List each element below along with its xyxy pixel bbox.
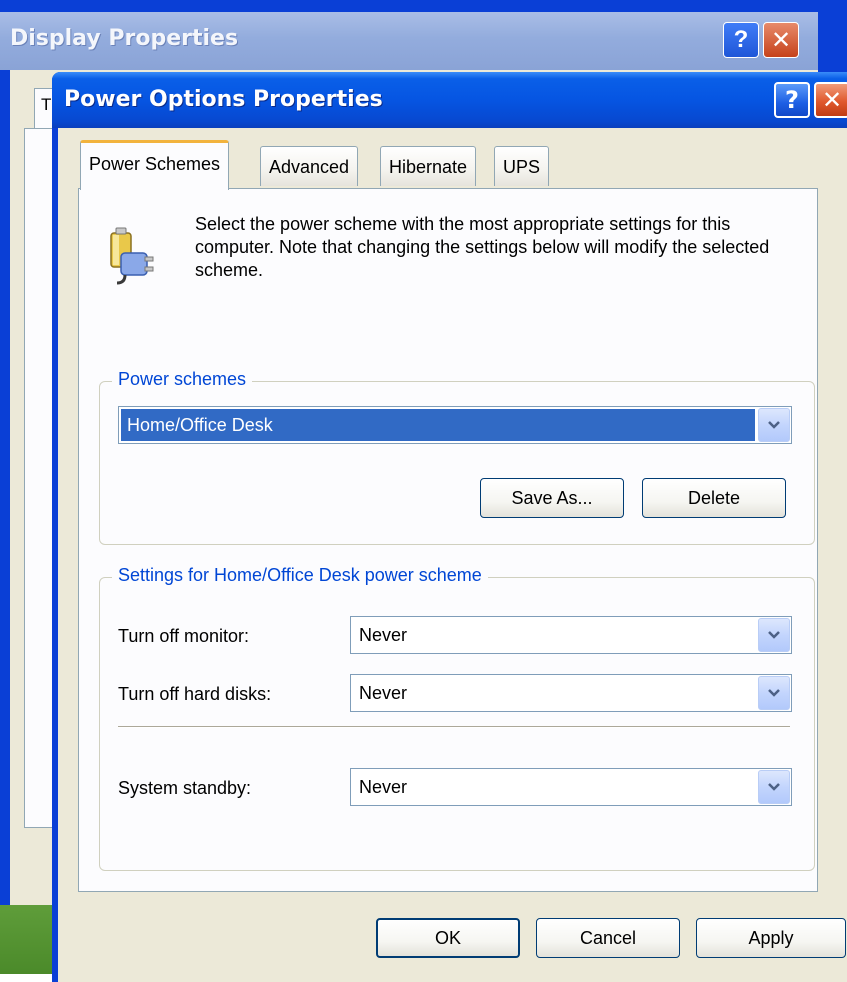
tab-advanced[interactable]: Advanced (260, 146, 359, 186)
monitor-label: Turn off monitor: (118, 626, 250, 646)
tab-label: Advanced (269, 157, 350, 177)
display-properties-titlebar[interactable]: Display Properties (0, 12, 818, 70)
settings-divider (118, 726, 790, 728)
save-as-button[interactable]: Save As... (480, 478, 624, 518)
tab-label: Power Schemes (89, 154, 221, 174)
dialog-client-area: Power Schemes Advanced Hibernate UPS Sel… (58, 128, 847, 982)
hard-disks-timeout-dropdown[interactable]: Never (350, 674, 792, 712)
hard-disks-label: Turn off hard disks: (118, 684, 272, 704)
power-scheme-value: Home/Office Desk (121, 409, 755, 441)
close-icon: ✕ (770, 26, 792, 54)
intro-text: Select the power scheme with the most ap… (195, 214, 770, 280)
monitor-timeout-value: Never (359, 625, 408, 645)
help-icon: ? (785, 86, 799, 114)
tab-ups[interactable]: UPS (494, 146, 550, 186)
standby-timeout-dropdown[interactable]: Never (350, 768, 792, 806)
standby-timeout-value: Never (359, 777, 408, 797)
scheme-settings-group: Settings for Home/Office Desk power sche… (99, 565, 815, 871)
power-schemes-panel: Select the power scheme with the most ap… (78, 188, 818, 892)
desktop-wallpaper-sliver (0, 905, 60, 974)
power-battery-plug-icon (105, 223, 169, 292)
chevron-down-icon[interactable] (758, 408, 790, 442)
tab-hibernate[interactable]: Hibernate (380, 146, 477, 186)
power-options-window: Power Options Properties ? ✕ Power Schem… (52, 72, 847, 982)
power-schemes-group: Power schemes Home/Office Desk Save As..… (99, 369, 815, 545)
tab-power-schemes[interactable]: Power Schemes (80, 140, 230, 190)
chevron-down-icon[interactable] (758, 618, 790, 652)
ok-button[interactable]: OK (376, 918, 520, 958)
delete-button[interactable]: Delete (642, 478, 786, 518)
power-scheme-dropdown[interactable]: Home/Office Desk (118, 406, 792, 444)
tab-label: UPS (503, 157, 541, 177)
close-button[interactable]: ✕ (814, 82, 847, 118)
display-properties-close-button[interactable]: ✕ (763, 22, 799, 58)
tab-sliver-label: T (41, 95, 52, 114)
help-button[interactable]: ? (774, 82, 810, 118)
hard-disks-timeout-value: Never (359, 683, 408, 703)
chevron-down-icon[interactable] (758, 770, 790, 804)
standby-label: System standby: (118, 778, 252, 798)
display-properties-help-button[interactable]: ? (723, 22, 759, 58)
window-title: Power Options Properties (64, 87, 383, 112)
display-properties-title: Display Properties (10, 26, 239, 51)
monitor-timeout-dropdown[interactable]: Never (350, 616, 792, 654)
scheme-settings-group-title: Settings for Home/Office Desk power sche… (112, 565, 488, 586)
cancel-button[interactable]: Cancel (536, 918, 680, 958)
tab-label: Hibernate (389, 157, 468, 177)
power-options-titlebar[interactable]: Power Options Properties ? ✕ (52, 72, 847, 128)
power-schemes-group-title: Power schemes (112, 369, 253, 390)
apply-button[interactable]: Apply (696, 918, 846, 958)
chevron-down-icon[interactable] (758, 676, 790, 710)
help-icon: ? (733, 26, 749, 53)
close-icon: ✕ (821, 86, 843, 114)
